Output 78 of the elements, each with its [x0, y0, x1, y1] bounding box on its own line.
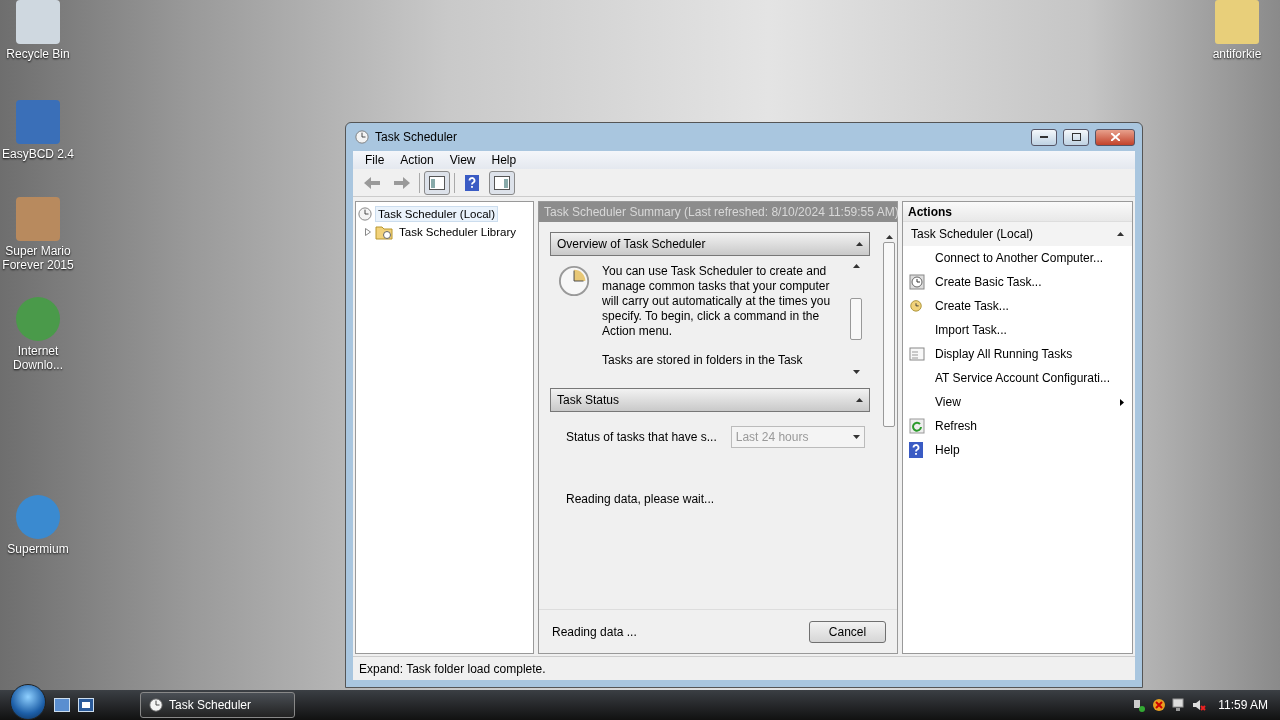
- scroll-up-icon: [852, 264, 860, 268]
- status-filter-label: Status of tasks that have s...: [566, 430, 717, 444]
- section-header[interactable]: Overview of Task Scheduler: [550, 232, 870, 256]
- dropdown-arrow-icon: [852, 435, 860, 439]
- minimize-icon: [1040, 136, 1048, 138]
- task-command-link[interactable]: Connect to Another Computer...: [903, 246, 1132, 270]
- show-tree-button[interactable]: [424, 170, 450, 195]
- section-title: Overview of Task Scheduler: [557, 237, 706, 251]
- clock-icon: [558, 264, 591, 298]
- task-command-link[interactable]: Create Task...: [903, 294, 1132, 318]
- clock-icon: [909, 298, 923, 312]
- clock-icon: [149, 698, 163, 712]
- show-actions-button[interactable]: [489, 170, 515, 195]
- menu-item[interactable]: Action: [392, 153, 442, 167]
- cancel-button[interactable]: Cancel: [809, 620, 886, 643]
- status-bar-text: Expand: Task folder load complete.: [359, 661, 546, 676]
- clock-icon: [358, 207, 372, 221]
- muted-speaker-icon[interactable]: [1192, 698, 1207, 712]
- submenu-arrow-icon: [1120, 398, 1124, 406]
- actions-group-title: Task Scheduler (Local): [911, 227, 1034, 241]
- close-button[interactable]: [1095, 128, 1135, 146]
- loading-message: Reading data, please wait...: [566, 492, 716, 506]
- task-command-link[interactable]: Create Basic Task...: [903, 270, 1132, 294]
- scrollbar[interactable]: [850, 264, 862, 374]
- desktop-icon-label: Internet Downlo...: [12, 344, 64, 372]
- panel-icon: [494, 175, 510, 190]
- desktop-icon-label: Super Mario Forever 2015: [1, 244, 75, 272]
- forward-arrow-icon: [393, 175, 411, 190]
- collapse-arrow-icon: [1117, 232, 1124, 236]
- task-command-link[interactable]: Display All Running Tasks: [903, 342, 1132, 366]
- task-command-link[interactable]: Refresh: [903, 414, 1132, 438]
- task-command-link[interactable]: Help: [903, 438, 1132, 462]
- network-icon[interactable]: [1132, 698, 1147, 712]
- taskbar-button[interactable]: Task Scheduler: [140, 692, 295, 718]
- scroll-up-icon: [885, 235, 893, 239]
- desktop-icon-label: antiforkie: [1212, 47, 1262, 61]
- collapse-arrow-icon: [856, 398, 863, 402]
- scroll-down-icon: [852, 370, 860, 374]
- menu-item[interactable]: View: [441, 153, 484, 167]
- clock[interactable]: 11:59 AM: [1218, 698, 1268, 712]
- task-command-link[interactable]: AT Service Account Configurati...: [903, 366, 1132, 390]
- wizard-clock-icon: [909, 274, 925, 290]
- actions-header: Actions: [903, 202, 1132, 222]
- panel-icon: [429, 175, 445, 190]
- clock-icon: [355, 130, 369, 144]
- folder-icon: [375, 224, 393, 240]
- task-command-link[interactable]: Import Task...: [903, 318, 1132, 342]
- desktop-icon-label: Supermium: [7, 542, 69, 556]
- section-header[interactable]: Task Status: [550, 388, 870, 412]
- tree-item[interactable]: Task Scheduler Library: [396, 224, 519, 240]
- collapse-arrow-icon: [856, 242, 863, 246]
- window-title: Task Scheduler: [375, 130, 459, 144]
- menu-item[interactable]: File: [357, 153, 393, 167]
- desktop-icon-label: Recycle Bin: [6, 47, 70, 61]
- actions-group-header[interactable]: Task Scheduler (Local): [903, 222, 1132, 246]
- task-list-icon: [909, 346, 925, 362]
- desktop-icon-label: EasyBCD 2.4: [2, 147, 74, 161]
- tree-item[interactable]: Task Scheduler (Local): [375, 206, 498, 222]
- warning-shield-icon[interactable]: [1152, 698, 1167, 712]
- refresh-icon: [909, 418, 925, 434]
- minimize-button[interactable]: [1031, 128, 1057, 146]
- summary-header: Task Scheduler Summary (Last refreshed: 8/10/2024 11:59:55 AM): [539, 202, 897, 222]
- close-icon: [1110, 133, 1120, 141]
- start-button[interactable]: [10, 684, 46, 720]
- maximize-icon: [1071, 133, 1081, 141]
- window-switcher-icon[interactable]: [78, 698, 94, 712]
- menu-item[interactable]: Help: [483, 153, 525, 167]
- reading-data-text: Reading data ...: [552, 624, 637, 639]
- expand-arrow-icon[interactable]: [364, 228, 372, 236]
- monitor-icon[interactable]: [1172, 698, 1187, 712]
- overview-text: Tasks are stored in folders in the Task: [602, 353, 804, 368]
- maximize-button[interactable]: [1063, 128, 1089, 146]
- task-command-link[interactable]: View: [903, 390, 1132, 414]
- overview-text: You can use Task Scheduler to create and manage common tasks that your computer will carry out automatically at the times you specify. To begin, click a command in the Action menu.: [602, 264, 832, 339]
- help-icon: [465, 174, 479, 191]
- back-arrow-icon: [363, 175, 381, 190]
- help-icon: [909, 442, 923, 458]
- section-title: Task Status: [557, 393, 620, 407]
